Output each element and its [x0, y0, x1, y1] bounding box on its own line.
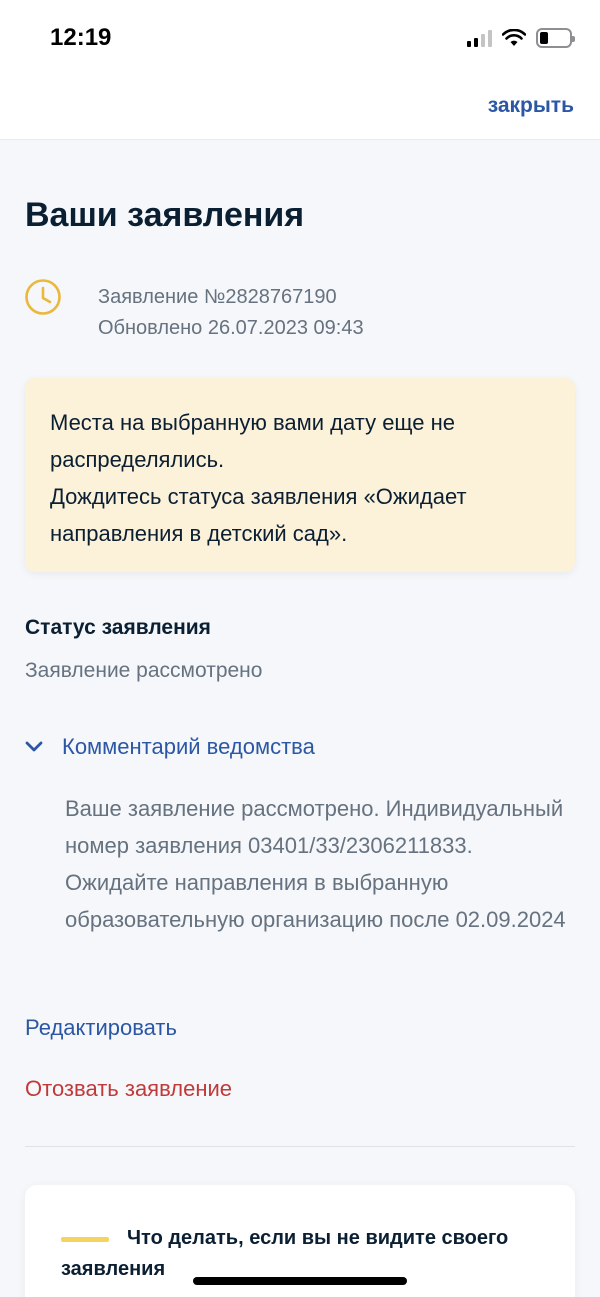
status-bar: 12:19 [0, 0, 600, 78]
battery-icon [536, 28, 575, 48]
revoke-application-button[interactable]: Отозвать заявление [25, 1076, 232, 1102]
application-meta: Заявление №2828767190 Обновлено 26.07.20… [98, 282, 364, 344]
wifi-icon [502, 29, 526, 46]
edit-button[interactable]: Редактировать [25, 1015, 177, 1041]
top-navigation: закрыть [0, 78, 600, 140]
cellular-signal-icon [467, 29, 492, 47]
help-title: Что делать, если вы не видите своего зая… [61, 1227, 509, 1280]
status-time: 12:19 [50, 24, 112, 51]
home-indicator [193, 1277, 407, 1285]
comment-toggle-label: Комментарий ведомства [62, 734, 315, 759]
clock-icon [25, 279, 61, 315]
application-number: Заявление №2828767190 [98, 286, 337, 308]
close-button[interactable]: закрыть [488, 94, 574, 118]
comment-toggle[interactable]: Комментарий ведомства [22, 732, 315, 762]
comment-text: Ваше заявление рассмотрено. Индивидуальн… [65, 796, 566, 932]
divider [25, 1146, 575, 1147]
status-heading: Статус заявления [25, 616, 211, 639]
system-icons [467, 26, 575, 50]
application-updated: Обновлено 26.07.2023 09:43 [98, 317, 364, 339]
notice-line-2: Дождитесь статуса заявления «Ожидает нап… [50, 484, 467, 546]
chevron-down-icon [25, 741, 43, 752]
status-value: Заявление рассмотрено [25, 659, 263, 682]
page-title: Ваши заявления [25, 196, 305, 234]
notice-line-1: Места на выбранную вами дату еще не расп… [50, 410, 456, 472]
notice-banner: Места на выбранную вами дату еще не расп… [25, 378, 575, 572]
